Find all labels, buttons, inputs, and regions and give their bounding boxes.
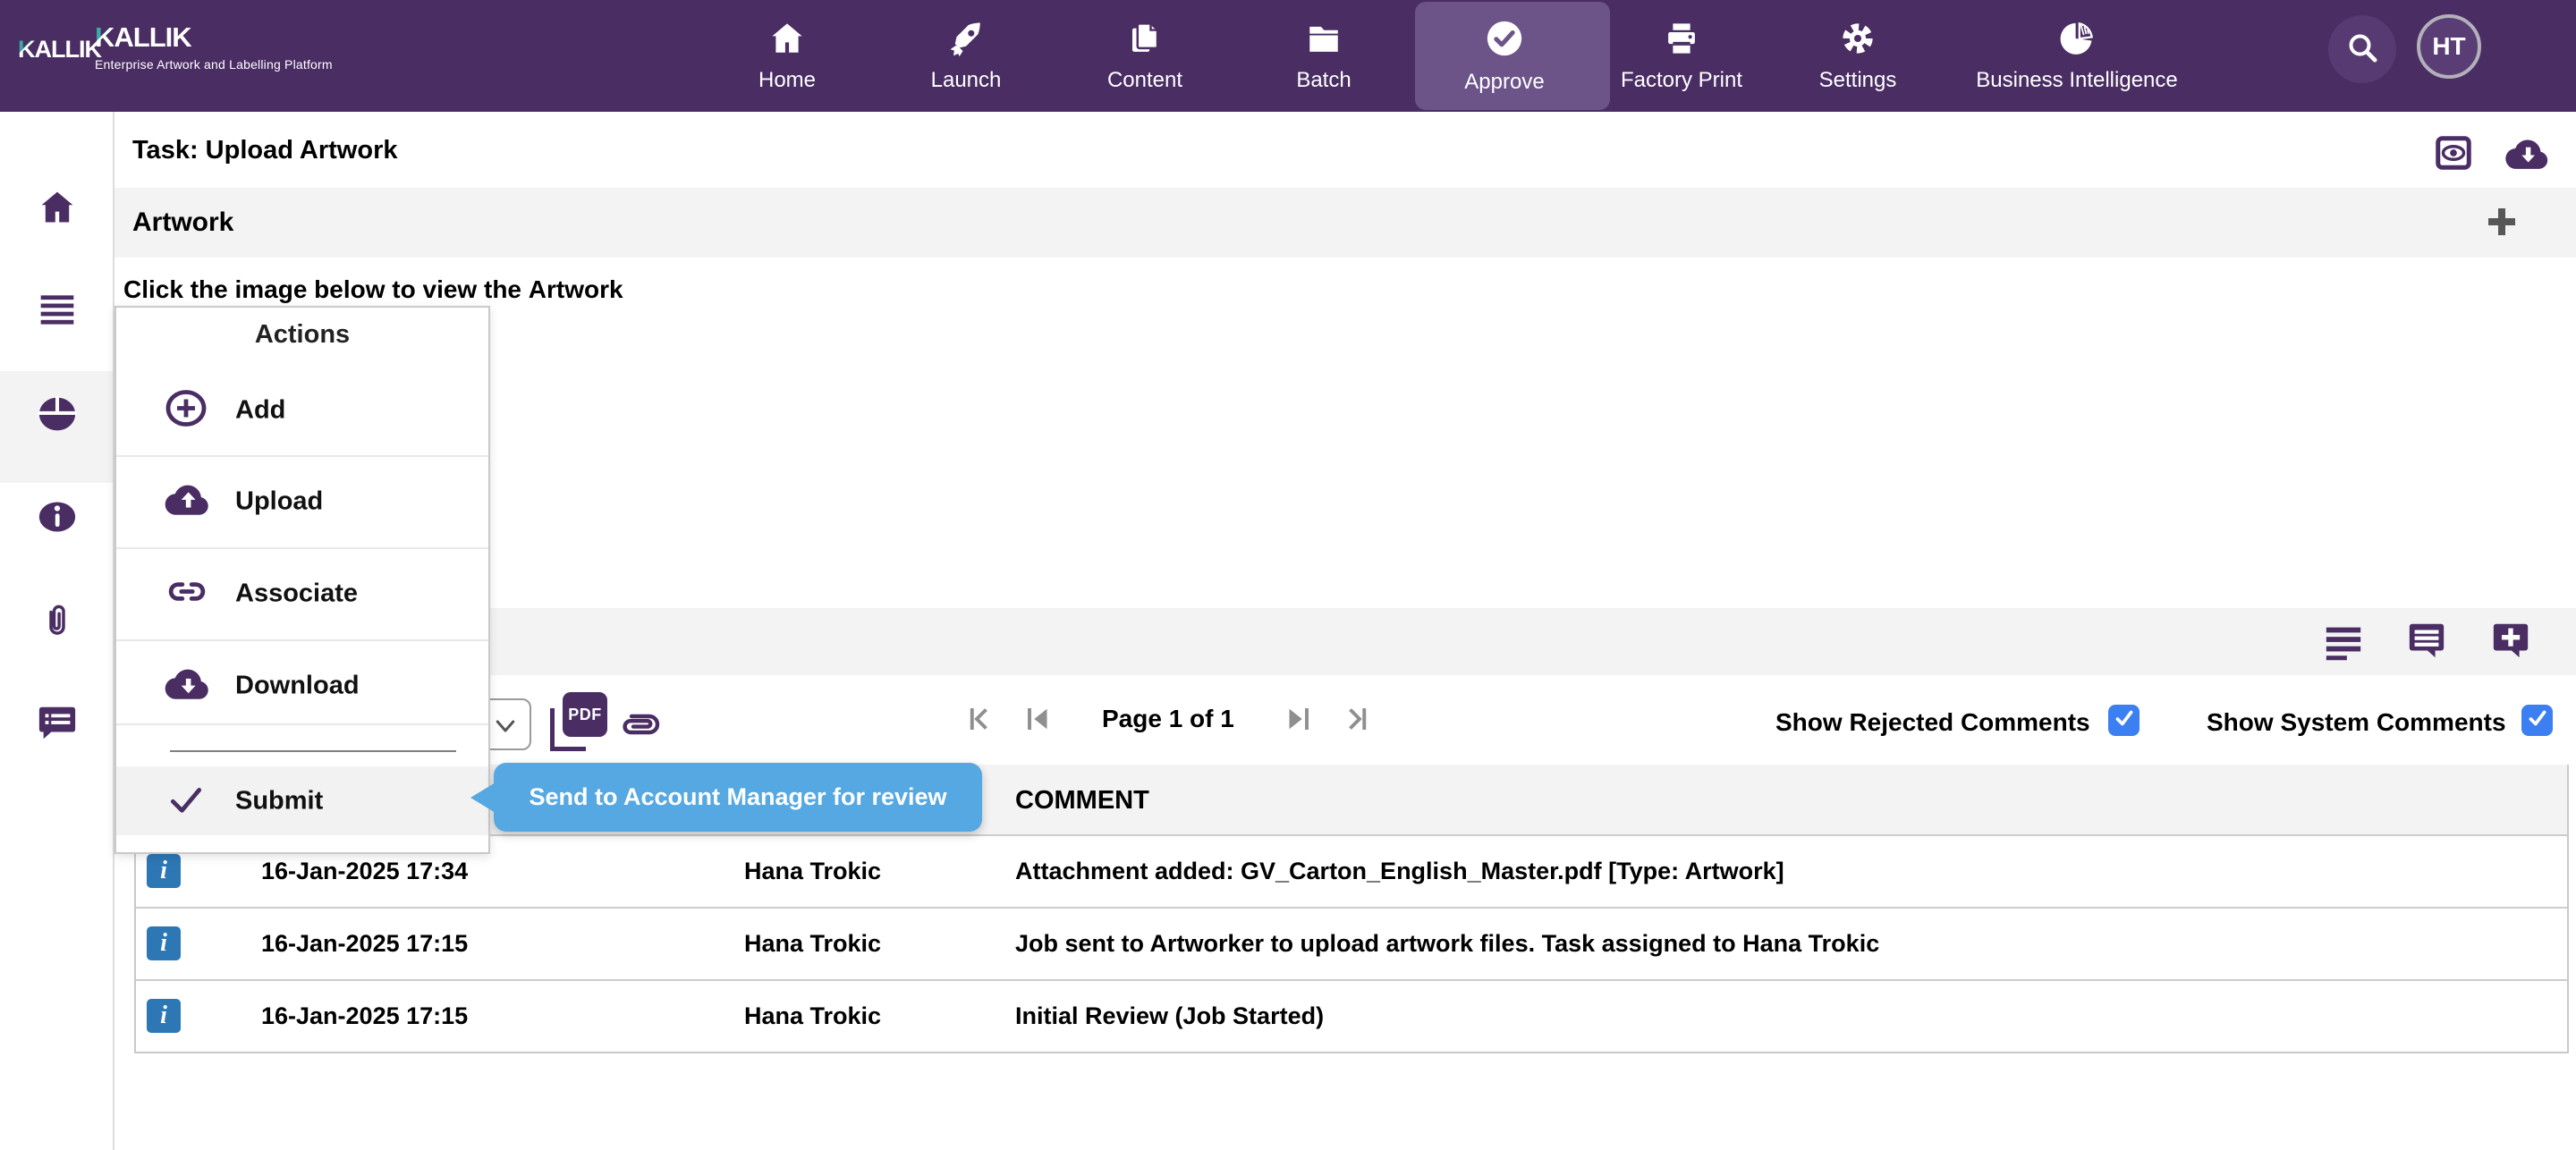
nav-item-settings[interactable]: Settings	[1773, 0, 1943, 112]
gear-icon	[1839, 20, 1877, 62]
paperclip-icon	[617, 731, 664, 746]
add-artwork-button[interactable]	[2484, 204, 2520, 244]
comments-bubble-button[interactable]	[2404, 620, 2449, 665]
comment-text: Job sent to Artworker to upload artwork …	[1015, 930, 1879, 958]
artwork-section-title: Artwork	[132, 207, 233, 238]
attachment-button[interactable]	[617, 706, 664, 747]
show-rejected-comments-checkbox[interactable]	[2108, 705, 2140, 736]
approve-check-icon	[1484, 18, 1525, 63]
page-title: Task: Upload Artwork	[132, 136, 398, 165]
menu-divider	[116, 723, 488, 725]
show-system-comments-label: Show System Comments	[2207, 708, 2506, 737]
mouse-icon	[36, 422, 79, 437]
action-add[interactable]: Add	[116, 366, 488, 455]
link-icon	[163, 573, 211, 615]
sidebar-item-info[interactable]	[36, 497, 79, 541]
comment-text-view-button[interactable]	[2322, 620, 2365, 665]
add-comment-button[interactable]	[2488, 620, 2533, 665]
actions-menu: Actions Add Upload Associate Download Su…	[114, 306, 490, 854]
nav-item-batch[interactable]: Batch	[1239, 0, 1409, 112]
comment-user: Hana Trokic	[744, 1002, 881, 1030]
info-icon	[36, 525, 79, 540]
check-icon	[2526, 706, 2549, 734]
check-icon	[2113, 706, 2136, 734]
page-indicator: Page 1 of 1	[1102, 705, 1234, 733]
check-icon	[163, 779, 209, 823]
sidebar-item-home[interactable]	[37, 188, 78, 232]
previous-page-button[interactable]	[1021, 703, 1054, 735]
comment-text: Initial Review (Job Started)	[1015, 1002, 1324, 1030]
top-navigation-bar: KKALLIKALLIK KALLIK Enterprise Artwork a…	[0, 0, 2576, 112]
sidebar-item-comments[interactable]	[36, 702, 79, 748]
nav-item-launch[interactable]: Launch	[881, 0, 1051, 112]
kallik-logo-small[interactable]: KKALLIKALLIK	[18, 36, 101, 63]
action-submit[interactable]: Submit	[116, 766, 488, 835]
home-icon	[768, 20, 806, 62]
menu-lines-icon	[37, 317, 78, 332]
pdf-icon: PDF	[563, 692, 607, 737]
first-page-button[interactable]	[966, 703, 998, 735]
comment-user: Hana Trokic	[744, 858, 881, 885]
nav-item-factory-print[interactable]: Factory Print	[1597, 0, 1767, 112]
nav-item-approve[interactable]: Approve	[1419, 0, 1589, 112]
search-icon	[2344, 30, 2380, 70]
sidebar-item-artwork[interactable]	[36, 394, 79, 438]
action-download[interactable]: Download	[116, 641, 488, 731]
preview-eye-button[interactable]	[2433, 132, 2474, 178]
info-icon[interactable]: i	[147, 854, 181, 888]
nav-item-content[interactable]: Content	[1060, 0, 1230, 112]
documents-icon	[1126, 20, 1164, 62]
next-page-button[interactable]	[1283, 703, 1315, 735]
comment-date: 16-Jan-2025 17:15	[261, 1002, 468, 1030]
upload-cloud-icon	[163, 480, 213, 524]
instruction-text: Click the image below to view the Artwor…	[123, 275, 623, 304]
left-sidebar	[0, 112, 114, 1150]
nav-item-business-intelligence[interactable]: Business Intelligence	[1992, 0, 2162, 112]
actions-menu-title: Actions	[116, 320, 488, 350]
brand-tagline: Enterprise Artwork and Labelling Platfor…	[95, 57, 333, 72]
pie-chart-icon	[2058, 20, 2096, 62]
submit-separator	[170, 750, 456, 752]
sidebar-item-attachments[interactable]	[38, 600, 76, 647]
submit-tooltip: Send to Account Manager for review	[494, 763, 982, 832]
paperclip-icon	[38, 631, 76, 647]
comment-column-header: COMMENT	[1015, 786, 1149, 816]
chevron-down-icon	[492, 715, 519, 738]
table-row: i 16-Jan-2025 17:15 Hana Trokic Job sent…	[136, 907, 2567, 979]
kallik-logo-large[interactable]: KALLIK	[95, 21, 191, 54]
show-rejected-comments-label: Show Rejected Comments	[1775, 708, 2090, 737]
folder-icon	[1305, 20, 1343, 62]
sidebar-item-menu[interactable]	[37, 289, 78, 333]
comment-text: Attachment added: GV_Carton_English_Mast…	[1015, 858, 1784, 885]
show-system-comments-checkbox[interactable]	[2521, 705, 2553, 736]
chat-list-icon	[36, 731, 79, 747]
add-circle-icon	[163, 387, 209, 435]
info-icon[interactable]: i	[147, 999, 181, 1033]
info-icon[interactable]: i	[147, 926, 181, 960]
comments-pagination: Page 1 of 1	[966, 703, 1370, 735]
user-avatar[interactable]: HT	[2417, 14, 2481, 79]
nav-item-home[interactable]: Home	[702, 0, 872, 112]
rocket-icon	[947, 20, 985, 62]
comment-date: 16-Jan-2025 17:15	[261, 930, 468, 958]
download-cloud-icon	[163, 664, 213, 708]
task-header-actions	[2433, 132, 2553, 178]
table-row: i 16-Jan-2025 17:15 Hana Trokic Initial …	[136, 979, 2567, 1052]
download-cloud-button[interactable]	[2503, 134, 2553, 176]
table-row: i 16-Jan-2025 17:34 Hana Trokic Attachme…	[136, 834, 2567, 907]
action-associate[interactable]: Associate	[116, 549, 488, 638]
artwork-section-header: Artwork	[114, 188, 2576, 258]
last-page-button[interactable]	[1338, 703, 1370, 735]
comment-date: 16-Jan-2025 17:34	[261, 858, 468, 885]
export-pdf-button[interactable]: PDF	[550, 692, 607, 751]
home-icon	[37, 216, 78, 231]
printer-icon	[1663, 20, 1700, 62]
search-button[interactable]	[2328, 15, 2396, 83]
action-upload[interactable]: Upload	[116, 457, 488, 546]
comment-user: Hana Trokic	[744, 930, 881, 958]
